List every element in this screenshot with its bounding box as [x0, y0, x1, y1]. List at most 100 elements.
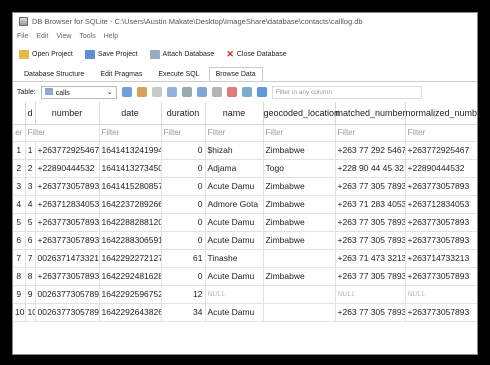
menu-tools[interactable]: Tools [79, 33, 95, 40]
cell-date[interactable]: 1642292272127 [99, 249, 162, 268]
cell-duration[interactable]: 0 [161, 231, 206, 250]
table-row[interactable]: 7 7 00263714733213 1642292272127 61 Tinashe +2… [13, 249, 477, 268]
cell-name[interactable]: Acute Damu [205, 177, 264, 196]
cell-geocoded-location[interactable]: Zimbabwe [263, 195, 336, 214]
delete-record-icon[interactable] [211, 87, 222, 97]
find-icon[interactable] [226, 87, 237, 97]
cell-number[interactable]: +263773057893 [35, 213, 100, 232]
filter-input-duration[interactable]: Filter [161, 124, 206, 142]
cell-normalized-number[interactable]: +22890444532 [405, 159, 477, 178]
column-header-date[interactable]: date [99, 102, 162, 125]
refresh-icon[interactable] [121, 87, 132, 97]
cell-matched-number[interactable]: +263 77 305 7893 [335, 267, 406, 286]
table-row[interactable]: 6 6 +263773057893 1642288306591 0 Acute Damu Z… [13, 231, 477, 250]
save-project-button[interactable]: Save Project [84, 49, 138, 59]
cell-name[interactable]: Acute Damu [205, 213, 264, 232]
cell-number[interactable]: +263773057893 [35, 267, 100, 286]
cell-matched-number[interactable]: +228 90 44 45 32 [335, 159, 406, 178]
cell-id[interactable]: 5 [25, 213, 36, 232]
cell-duration[interactable]: 34 [161, 303, 206, 322]
table-row[interactable]: 2 2 +22890444532 1641413273450 0 Adjama Togo +2… [13, 159, 477, 178]
cell-geocoded-location[interactable]: Zimbabwe [263, 231, 336, 250]
cell-date[interactable]: 1642288288120 [99, 213, 162, 232]
cell-geocoded-location[interactable]: Zimbabwe [263, 267, 336, 286]
menu-file[interactable]: File [17, 33, 28, 40]
cell-duration[interactable]: 61 [161, 249, 206, 268]
column-header-number[interactable]: number [35, 102, 100, 125]
print-icon[interactable] [181, 87, 192, 97]
column-header-normalized-number[interactable]: normalized_number [405, 102, 477, 125]
column-header-matched-number[interactable]: matched_number [335, 102, 406, 125]
table-row[interactable]: 5 5 +263773057893 1642288288120 0 Acute Damu Z… [13, 213, 477, 232]
table-row[interactable]: 9 9 0026377305789 1642292596752 12 NULL NULL NU… [13, 285, 477, 304]
cell-id[interactable]: 3 [25, 177, 36, 196]
cell-number[interactable]: 0026377305789 [35, 285, 100, 304]
cell-date[interactable]: 1642288306591 [99, 231, 162, 250]
cell-matched-number[interactable]: +263 77 305 7893 [335, 303, 406, 322]
cell-number[interactable]: +22890444532 [35, 159, 100, 178]
cell-name[interactable]: Acute Damu [205, 267, 264, 286]
table-row[interactable]: 8 8 +263773057893 1642292481628 0 Acute Damu Z… [13, 267, 477, 286]
cell-normalized-number[interactable]: +263773057893 [405, 303, 477, 322]
cell-name[interactable]: Adjama [205, 159, 264, 178]
sort-icon[interactable] [151, 87, 162, 97]
cell-duration[interactable]: 0 [161, 213, 206, 232]
cell-normalized-number[interactable]: +263714733213 [405, 249, 477, 268]
cell-number[interactable]: 00263773057893 [35, 303, 100, 322]
cell-geocoded-location[interactable] [263, 285, 336, 304]
cell-id[interactable]: 2 [25, 159, 36, 178]
cell-id[interactable]: 7 [25, 249, 36, 268]
cell-date[interactable]: 1642237289266 [99, 195, 162, 214]
insert-record-icon[interactable] [196, 87, 207, 97]
tab-database-structure[interactable]: Database Structure [17, 67, 91, 81]
cell-number[interactable]: +263712834053 [35, 195, 100, 214]
cell-id[interactable]: 6 [25, 231, 36, 250]
tab-browse-data[interactable]: Browse Data [208, 67, 263, 81]
replace-icon[interactable] [241, 87, 252, 97]
cell-duration[interactable]: 12 [161, 285, 206, 304]
cell-id[interactable]: 9 [25, 285, 36, 304]
cell-name[interactable]: Admore Gota [205, 195, 264, 214]
cell-duration[interactable]: 0 [161, 195, 206, 214]
cell-duration[interactable]: 0 [161, 267, 206, 286]
menu-help[interactable]: Help [104, 33, 118, 40]
cell-geocoded-location[interactable]: Zimbabwe [263, 177, 336, 196]
cell-normalized-number[interactable]: +263773057893 [405, 267, 477, 286]
menu-view[interactable]: View [56, 33, 71, 40]
cell-matched-number[interactable]: +263 77 305 7893 [335, 231, 406, 250]
save-table-icon[interactable] [166, 87, 177, 97]
global-filter-input[interactable]: Filter in any column [271, 85, 422, 99]
cell-matched-number[interactable]: +263 77 305 7893 [335, 177, 406, 196]
table-row[interactable]: 4 4 +263712834053 1642237289266 0 Admore Gota… [13, 195, 477, 214]
cell-date[interactable]: 1641413241994 [99, 141, 162, 160]
tab-edit-pragmas[interactable]: Edit Pragmas [93, 67, 149, 81]
cell-date[interactable]: 1641413273450 [99, 159, 162, 178]
table-row[interactable]: 101000263773057893164229264382634Acute D… [13, 303, 477, 322]
cell-duration[interactable]: 0 [161, 141, 206, 160]
cell-matched-number[interactable]: NULL [335, 285, 406, 304]
cell-id[interactable]: 10 [25, 303, 36, 322]
cell-normalized-number[interactable]: NULL [405, 285, 477, 304]
open-project-button[interactable]: Open Project [19, 49, 73, 59]
cell-matched-number[interactable]: +263 77 305 7893 [335, 213, 406, 232]
menu-edit[interactable]: Edit [36, 33, 48, 40]
cell-geocoded-location[interactable]: Togo [263, 159, 336, 178]
column-header-geocoded-location[interactable]: geocoded_location [263, 102, 339, 125]
table-select[interactable]: calls ⌄ [40, 85, 117, 99]
cell-geocoded-location[interactable] [263, 249, 336, 268]
cell-date[interactable]: 1642292596752 [99, 285, 162, 304]
cell-geocoded-location[interactable]: Zimbabwe [263, 141, 336, 160]
column-header-name[interactable]: name [205, 102, 264, 125]
cell-geocoded-location[interactable]: Zimbabwe [263, 213, 336, 232]
tab-execute-sql[interactable]: Execute SQL [151, 67, 206, 81]
cell-name[interactable]: Acute Damu [205, 231, 264, 250]
cell-normalized-number[interactable]: +263772925467 [405, 141, 477, 160]
cell-geocoded-location[interactable] [263, 303, 336, 322]
filter-input-number[interactable]: Filter [25, 124, 100, 142]
cell-number[interactable]: +263773057893 [35, 177, 100, 196]
filter-input-geocoded-location[interactable]: Filter [263, 124, 336, 142]
cell-duration[interactable]: 0 [161, 159, 206, 178]
cell-matched-number[interactable]: +263 71 283 4053 [335, 195, 406, 214]
table-row[interactable]: 1 1 +263772925467 1641413241994 0 $hizah Zimba… [13, 141, 477, 160]
cell-matched-number[interactable]: +263 71 473 3213 [335, 249, 406, 268]
